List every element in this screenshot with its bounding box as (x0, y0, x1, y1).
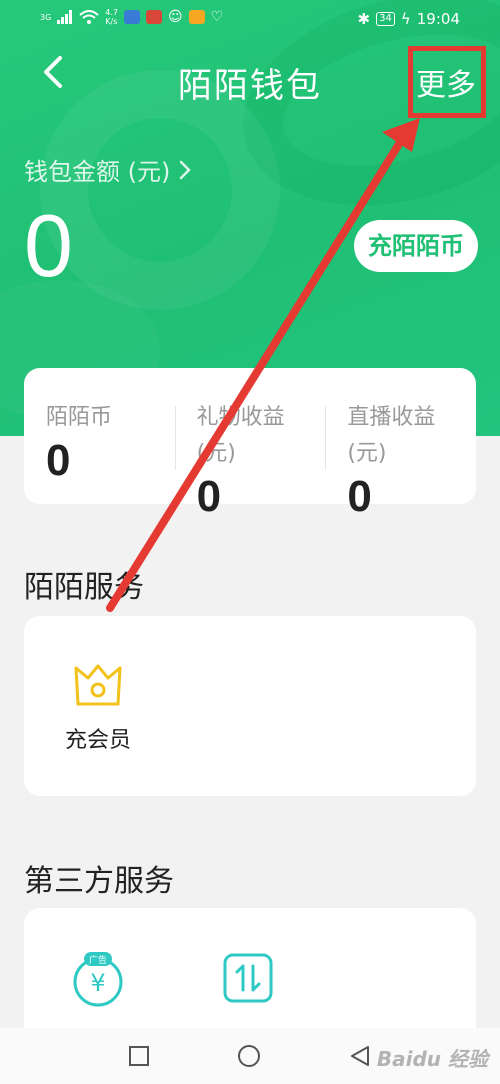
stat-live-income[interactable]: 直播收益 (元) 0 (325, 368, 476, 521)
watermark: Baidu 经验 (376, 1047, 488, 1071)
yuan-ad-icon: 广告 ¥ (73, 952, 123, 1007)
third-party-card: 广告 ¥ (24, 908, 476, 1048)
network-indicator: 3G (40, 12, 52, 22)
heart-rate-icon: ♡ (210, 9, 224, 25)
balance-stats-card: 陌陌币 0 礼物收益 (元) 0 直播收益 (元) 0 (24, 368, 476, 521)
net-speed: 4.7 K/s (105, 8, 119, 26)
stat-gift-income[interactable]: 礼物收益 (元) 0 (174, 368, 326, 521)
stat-value: 0 (46, 436, 71, 485)
stat-value: 0 (196, 472, 222, 521)
bluetooth-icon: ✱ (357, 10, 371, 28)
stat-label: 礼物收益 (196, 405, 285, 430)
recent-apps-icon[interactable] (128, 1045, 150, 1067)
service-transfer[interactable] (222, 952, 278, 1008)
service-vip-recharge[interactable]: 充会员 (58, 660, 138, 754)
back-triangle-icon[interactable] (348, 1044, 372, 1068)
ad-badge-text: 广告 (89, 954, 107, 966)
wallet-amount-label-text: 钱包金额 (元) (24, 158, 171, 186)
stat-unit: (元) (196, 441, 236, 466)
crown-icon (74, 664, 122, 706)
section-title-momo-services: 陌陌服务 (24, 570, 144, 605)
momo-services-card: 充会员 (24, 616, 476, 796)
clock: 19:04 (416, 10, 460, 28)
wallet-amount-label[interactable]: 钱包金额 (元) (24, 152, 192, 187)
app-notification-icon (146, 10, 163, 24)
section-title-third-party: 第三方服务 (24, 864, 174, 899)
app-notification-icon (124, 10, 141, 24)
wallet-amount-value: 0 (24, 196, 73, 295)
service-ad-yuan[interactable]: 广告 ¥ (70, 948, 130, 1012)
home-icon[interactable] (236, 1043, 262, 1069)
battery-indicator: 34 (376, 12, 395, 26)
yuan-symbol: ¥ (90, 969, 105, 997)
charging-icon: ϟ (400, 10, 411, 28)
stat-label: 直播收益 (347, 405, 436, 430)
service-label: 充会员 (64, 728, 131, 753)
stat-value: 0 (347, 472, 372, 521)
status-bar: 3G 4.7 K/s ☺ ♡ ✱ 34 ϟ 19:04 (0, 0, 500, 38)
app-notification-icon (188, 10, 205, 24)
annotation-highlight-box (408, 46, 486, 118)
wifi-icon (79, 10, 99, 24)
signal-icon (57, 10, 73, 24)
stat-unit: (元) (347, 441, 387, 466)
chat-icon: ☺ (168, 9, 183, 25)
stat-momo-coin[interactable]: 陌陌币 0 (24, 368, 175, 504)
chevron-right-icon (180, 160, 192, 179)
transfer-arrows-icon (223, 953, 273, 1003)
stat-label: 陌陌币 (46, 405, 113, 430)
recharge-button[interactable]: 充陌陌币 (354, 220, 478, 272)
